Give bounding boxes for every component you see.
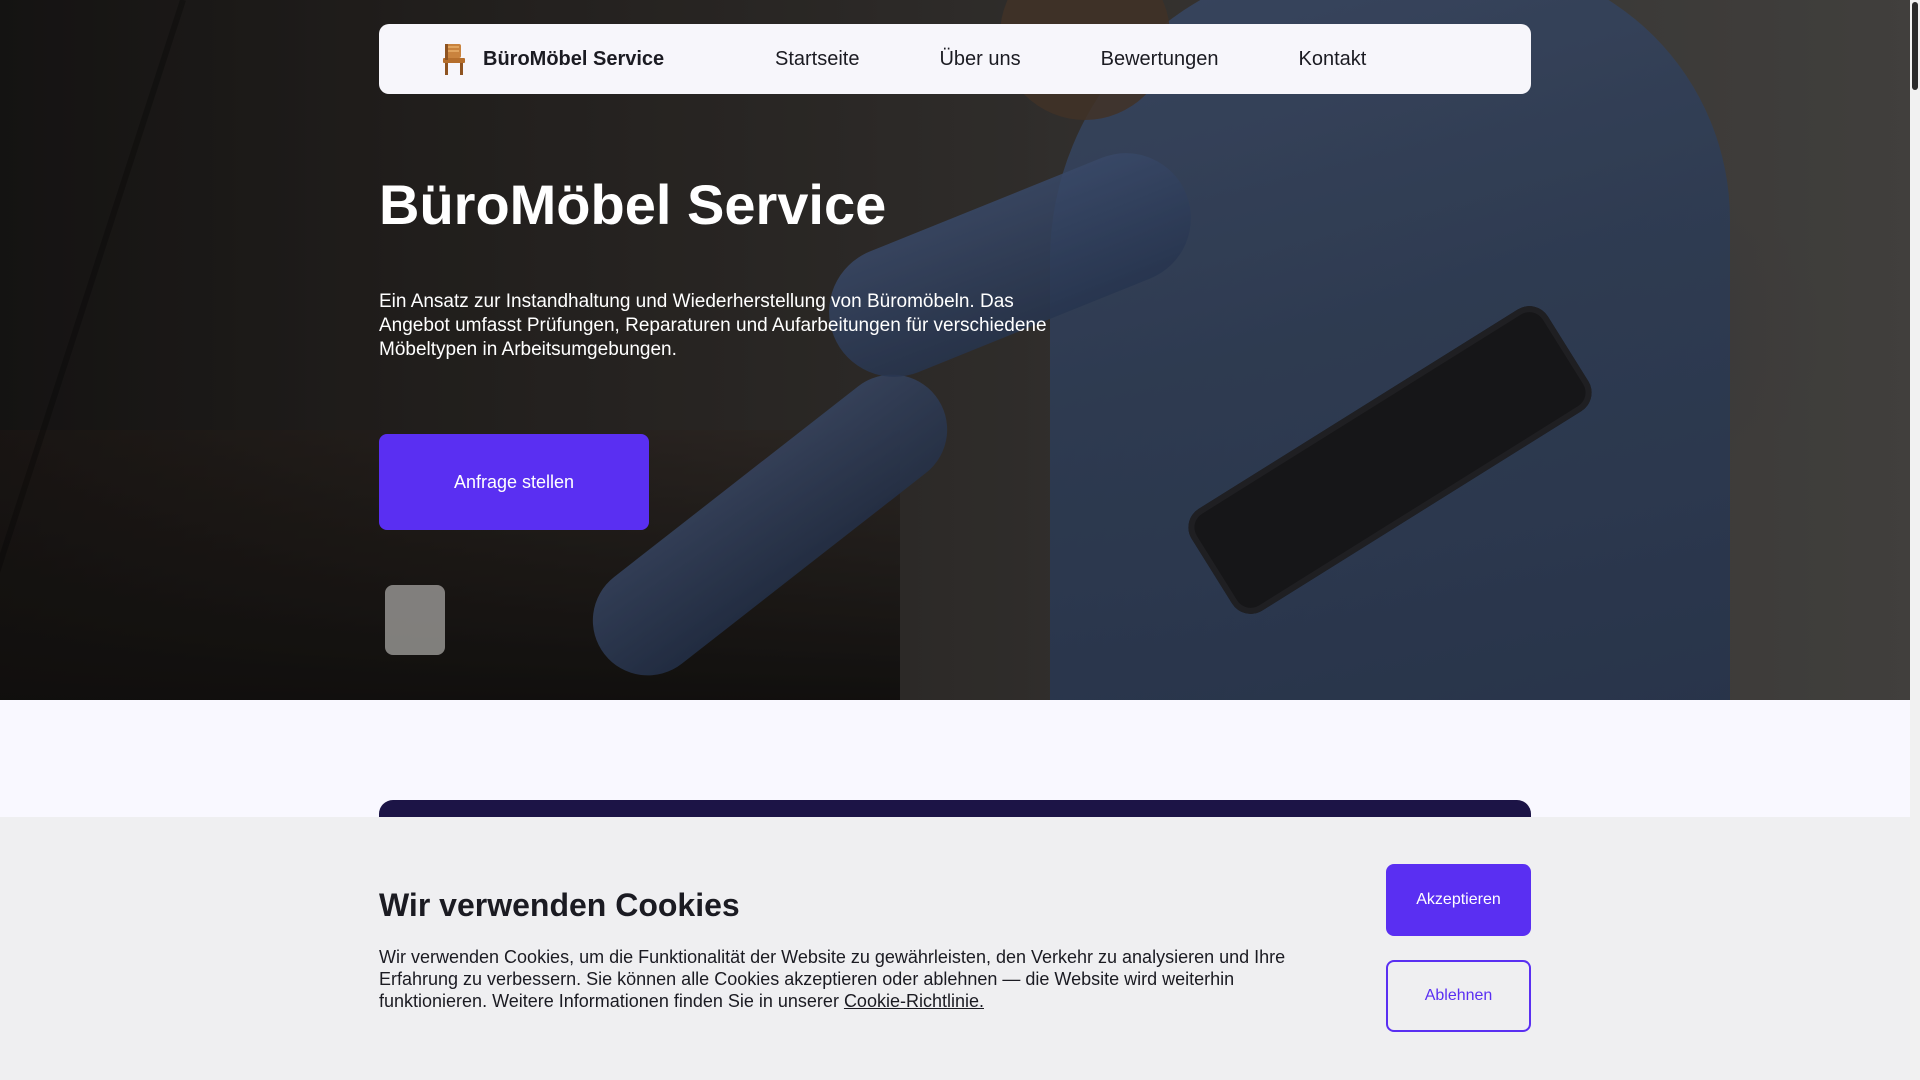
accept-cookies-button[interactable]: Akzeptieren [1386, 864, 1531, 936]
nav-link-ueber-uns[interactable]: Über uns [939, 48, 1020, 71]
request-button[interactable]: Anfrage stellen [379, 434, 649, 530]
cookie-title: Wir verwenden Cookies [379, 887, 740, 923]
hero-description: Ein Ansatz zur Instandhaltung und Wieder… [379, 291, 1047, 360]
brand[interactable]: BüroMöbel Service [439, 24, 664, 94]
cookie-text-body: Wir verwenden Cookies, um die Funktional… [379, 947, 1286, 1011]
hero-title: BüroMöbel Service [379, 173, 887, 236]
decline-cookies-button[interactable]: Ablehnen [1386, 960, 1531, 1032]
brand-name: BüroMöbel Service [483, 47, 665, 70]
top-navigation: BüroMöbel Service Startseite Über uns Be… [379, 24, 1531, 94]
chair-icon [443, 44, 465, 75]
nav-link-startseite[interactable]: Startseite [775, 48, 859, 71]
nav-link-bewertungen[interactable]: Bewertungen [1101, 48, 1219, 71]
page-scrollbar[interactable] [1910, 0, 1920, 1080]
cookie-policy-link[interactable]: Cookie-Richtlinie. [844, 991, 984, 1011]
nav-links: Startseite Über uns Bewertungen Kontakt [775, 24, 1446, 94]
cookie-text: Wir verwenden Cookies, um die Funktional… [379, 946, 1309, 1012]
cookie-banner: Wir verwenden Cookies Wir verwenden Cook… [0, 817, 1910, 1080]
nav-link-kontakt[interactable]: Kontakt [1299, 48, 1367, 71]
scrollbar-thumb[interactable] [1912, 2, 1918, 90]
